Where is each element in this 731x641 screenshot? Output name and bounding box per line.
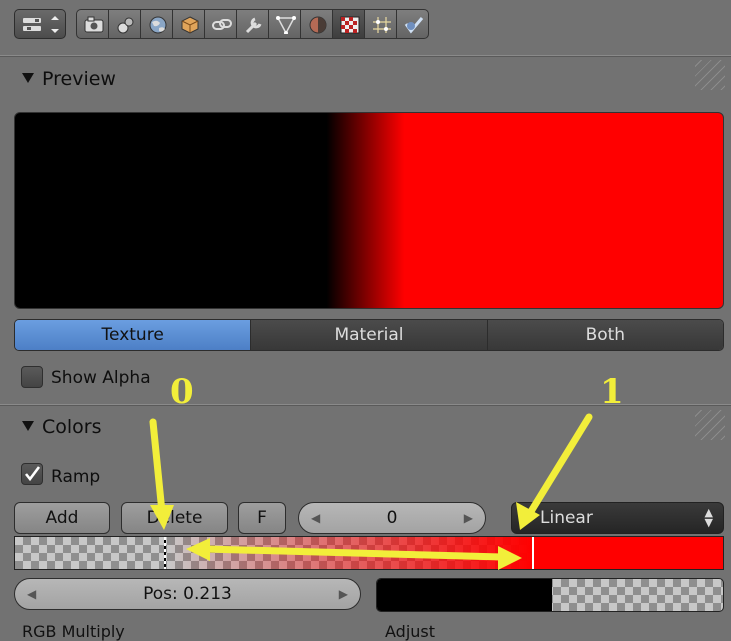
- tab-render-layers[interactable]: [108, 9, 141, 39]
- texture-preview: [14, 112, 724, 309]
- stop-color-swatch[interactable]: [376, 578, 724, 612]
- object-data-icon: [276, 16, 296, 34]
- tab-preview-both[interactable]: Both: [487, 320, 723, 350]
- ramp-stop[interactable]: [532, 537, 534, 569]
- add-stop-button[interactable]: Add: [14, 502, 110, 534]
- collapse-triangle-icon: [22, 73, 34, 83]
- tab-constraints[interactable]: [204, 9, 237, 39]
- particles-icon: [373, 17, 391, 33]
- tab-render[interactable]: [76, 9, 109, 39]
- constraints-icon: [212, 19, 232, 30]
- tab-object-data[interactable]: [268, 9, 301, 39]
- material-icon: [309, 16, 327, 34]
- properties-header: [0, 0, 731, 48]
- object-icon: [181, 16, 199, 34]
- annotation-label-1: 1: [600, 372, 624, 412]
- collapse-triangle-icon: [22, 421, 34, 431]
- texture-icon: [340, 16, 360, 34]
- annotation-label-0: 0: [170, 372, 194, 412]
- increment-arrow-icon[interactable]: ▶: [339, 579, 348, 609]
- panel-drag-grip-icon[interactable]: [695, 60, 725, 90]
- properties-editor-icon: [23, 16, 59, 33]
- show-alpha-label: Show Alpha: [51, 368, 151, 388]
- updown-arrows-icon: ▲ ▼: [704, 506, 713, 529]
- rgb-multiply-label: RGB Multiply: [22, 622, 125, 641]
- tab-material[interactable]: [300, 9, 333, 39]
- color-ramp[interactable]: [14, 536, 724, 570]
- colors-panel-header[interactable]: Colors: [22, 416, 102, 438]
- colors-title: Colors: [42, 416, 102, 438]
- tab-particles[interactable]: [364, 9, 397, 39]
- flip-ramp-button[interactable]: F: [238, 502, 286, 534]
- ramp-checkbox[interactable]: [21, 463, 43, 485]
- active-stop-value: 0: [386, 508, 398, 528]
- stop-position-value: Pos: 0.213: [143, 584, 232, 604]
- color-solid-part: [377, 579, 552, 611]
- physics-icon: [404, 17, 424, 34]
- preview-title: Preview: [42, 68, 116, 90]
- render-layers-icon: [117, 17, 134, 34]
- decrement-arrow-icon[interactable]: ◀: [311, 503, 320, 533]
- editor-type-selector[interactable]: [14, 9, 66, 39]
- interpolation-dropdown[interactable]: Linear ▲ ▼: [511, 502, 724, 534]
- ramp-label: Ramp: [51, 467, 101, 487]
- delete-stop-button[interactable]: Delete: [121, 502, 228, 534]
- decrement-arrow-icon[interactable]: ◀: [27, 579, 36, 609]
- tab-preview-texture[interactable]: Texture: [15, 320, 252, 350]
- interpolation-value: Linear: [540, 508, 593, 528]
- tab-world[interactable]: [140, 9, 173, 39]
- tab-physics[interactable]: [396, 9, 429, 39]
- tab-preview-material[interactable]: Material: [251, 320, 488, 350]
- panel-drag-grip-icon[interactable]: [695, 410, 725, 440]
- active-stop-field[interactable]: ◀ 0 ▶: [298, 502, 486, 534]
- preview-type-switch: Texture Material Both: [14, 319, 724, 351]
- panel-separator: [0, 55, 731, 57]
- show-alpha-checkbox[interactable]: [21, 366, 43, 388]
- ramp-gradient: [15, 537, 723, 569]
- world-icon: [149, 16, 167, 34]
- adjust-label: Adjust: [385, 622, 436, 641]
- tab-modifiers[interactable]: [236, 9, 269, 39]
- ramp-stop-active[interactable]: [164, 537, 166, 569]
- render-icon: [84, 16, 104, 33]
- increment-arrow-icon[interactable]: ▶: [464, 503, 473, 533]
- modifiers-icon: [245, 17, 262, 34]
- context-tabs: [76, 9, 429, 39]
- stop-position-field[interactable]: ◀ Pos: 0.213 ▶: [14, 578, 361, 610]
- preview-panel-header[interactable]: Preview: [22, 68, 116, 90]
- tab-object[interactable]: [172, 9, 205, 39]
- tab-texture[interactable]: [332, 9, 365, 39]
- checkmark-icon: [24, 466, 41, 482]
